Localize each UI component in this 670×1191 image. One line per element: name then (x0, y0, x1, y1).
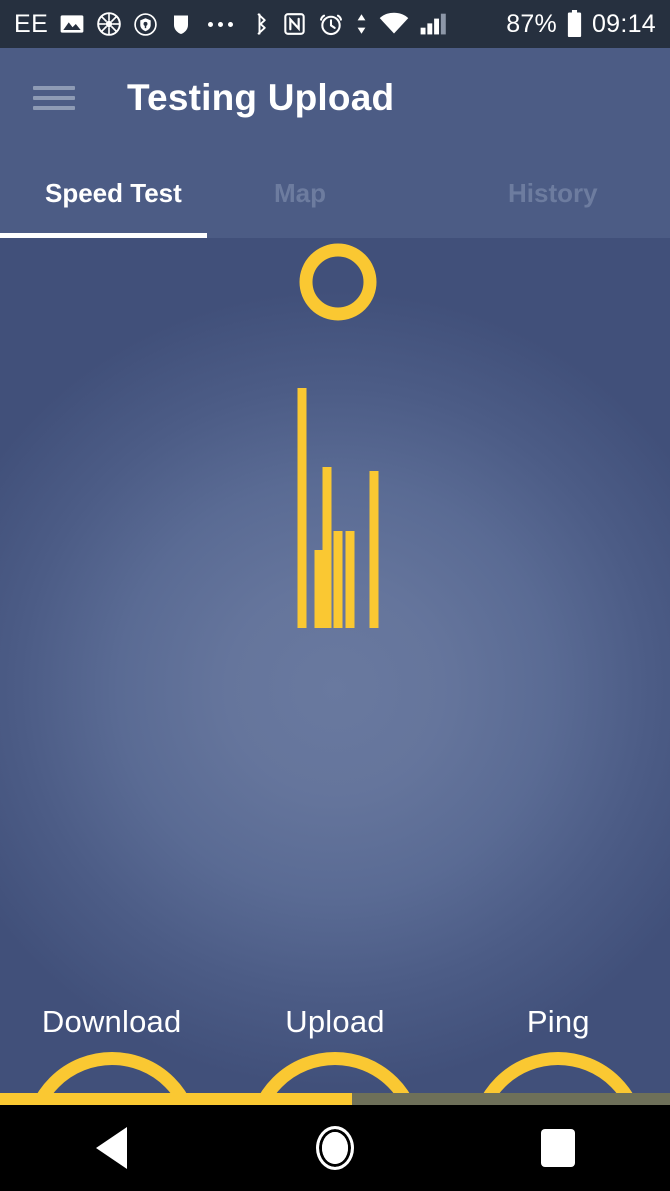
data-transfer-icon (357, 14, 366, 34)
clock-label: 09:14 (591, 9, 656, 38)
location-shield-icon (134, 12, 158, 36)
tab-history-label: History (508, 177, 598, 208)
upload-label: Upload (285, 1004, 385, 1039)
speed-test-panel: Download Upload Ping 35.7 Mbps 9.3 Mbps (0, 238, 670, 1105)
shield-icon (174, 15, 189, 34)
metric-label-col-upload: Upload (223, 1004, 446, 1040)
tab-map[interactable]: Map (207, 148, 436, 238)
status-bar: EE 87% 09:14 (0, 0, 670, 48)
status-bar-left-icons: EE (14, 10, 447, 39)
nav-home-button[interactable] (223, 1105, 446, 1191)
overflow-dots-icon (204, 21, 237, 27)
page-title: Testing Upload (127, 77, 395, 118)
tab-speed-test[interactable]: Speed Test (0, 148, 207, 238)
tab-history[interactable]: History (436, 148, 670, 238)
carrier-label: EE (14, 9, 49, 38)
test-progress-bar (0, 1093, 670, 1105)
image-icon (60, 15, 84, 33)
wifi-icon (380, 12, 409, 34)
recents-square-icon (541, 1129, 576, 1167)
hamburger-menu-icon[interactable] (33, 82, 75, 114)
metric-label-col-download: Download (0, 1004, 223, 1040)
battery-percent-label: 87% (506, 9, 557, 38)
nav-recents-button[interactable] (447, 1105, 670, 1191)
status-bar-right: 87% 09:14 (506, 10, 656, 39)
nfc-icon (284, 13, 306, 35)
citrus-icon (97, 12, 122, 36)
android-nav-bar (0, 1105, 670, 1191)
app-bar: Testing Upload (0, 48, 670, 148)
download-label: Download (41, 1004, 182, 1039)
bluetooth-icon (257, 13, 267, 35)
home-circle-icon (315, 1126, 354, 1170)
tab-bar: Speed Test Map History (0, 148, 670, 238)
battery-icon (567, 10, 582, 37)
alarm-icon (320, 14, 343, 36)
back-triangle-icon (96, 1127, 128, 1169)
phone-screen: EE 87% 09:14 Testing Upload Speed Test M… (0, 0, 670, 1191)
tab-speed-test-label: Speed Test (45, 177, 182, 208)
ping-label: Ping (526, 1004, 590, 1039)
test-progress-fill (0, 1093, 352, 1105)
metric-label-col-ping: Ping (447, 1004, 670, 1040)
metric-labels-row: Download Upload Ping (0, 1004, 670, 1040)
jellyfish-loading-animation (297, 243, 379, 628)
cell-signal-icon (420, 13, 447, 35)
tab-map-label: Map (274, 177, 326, 208)
nav-back-button[interactable] (0, 1105, 223, 1191)
